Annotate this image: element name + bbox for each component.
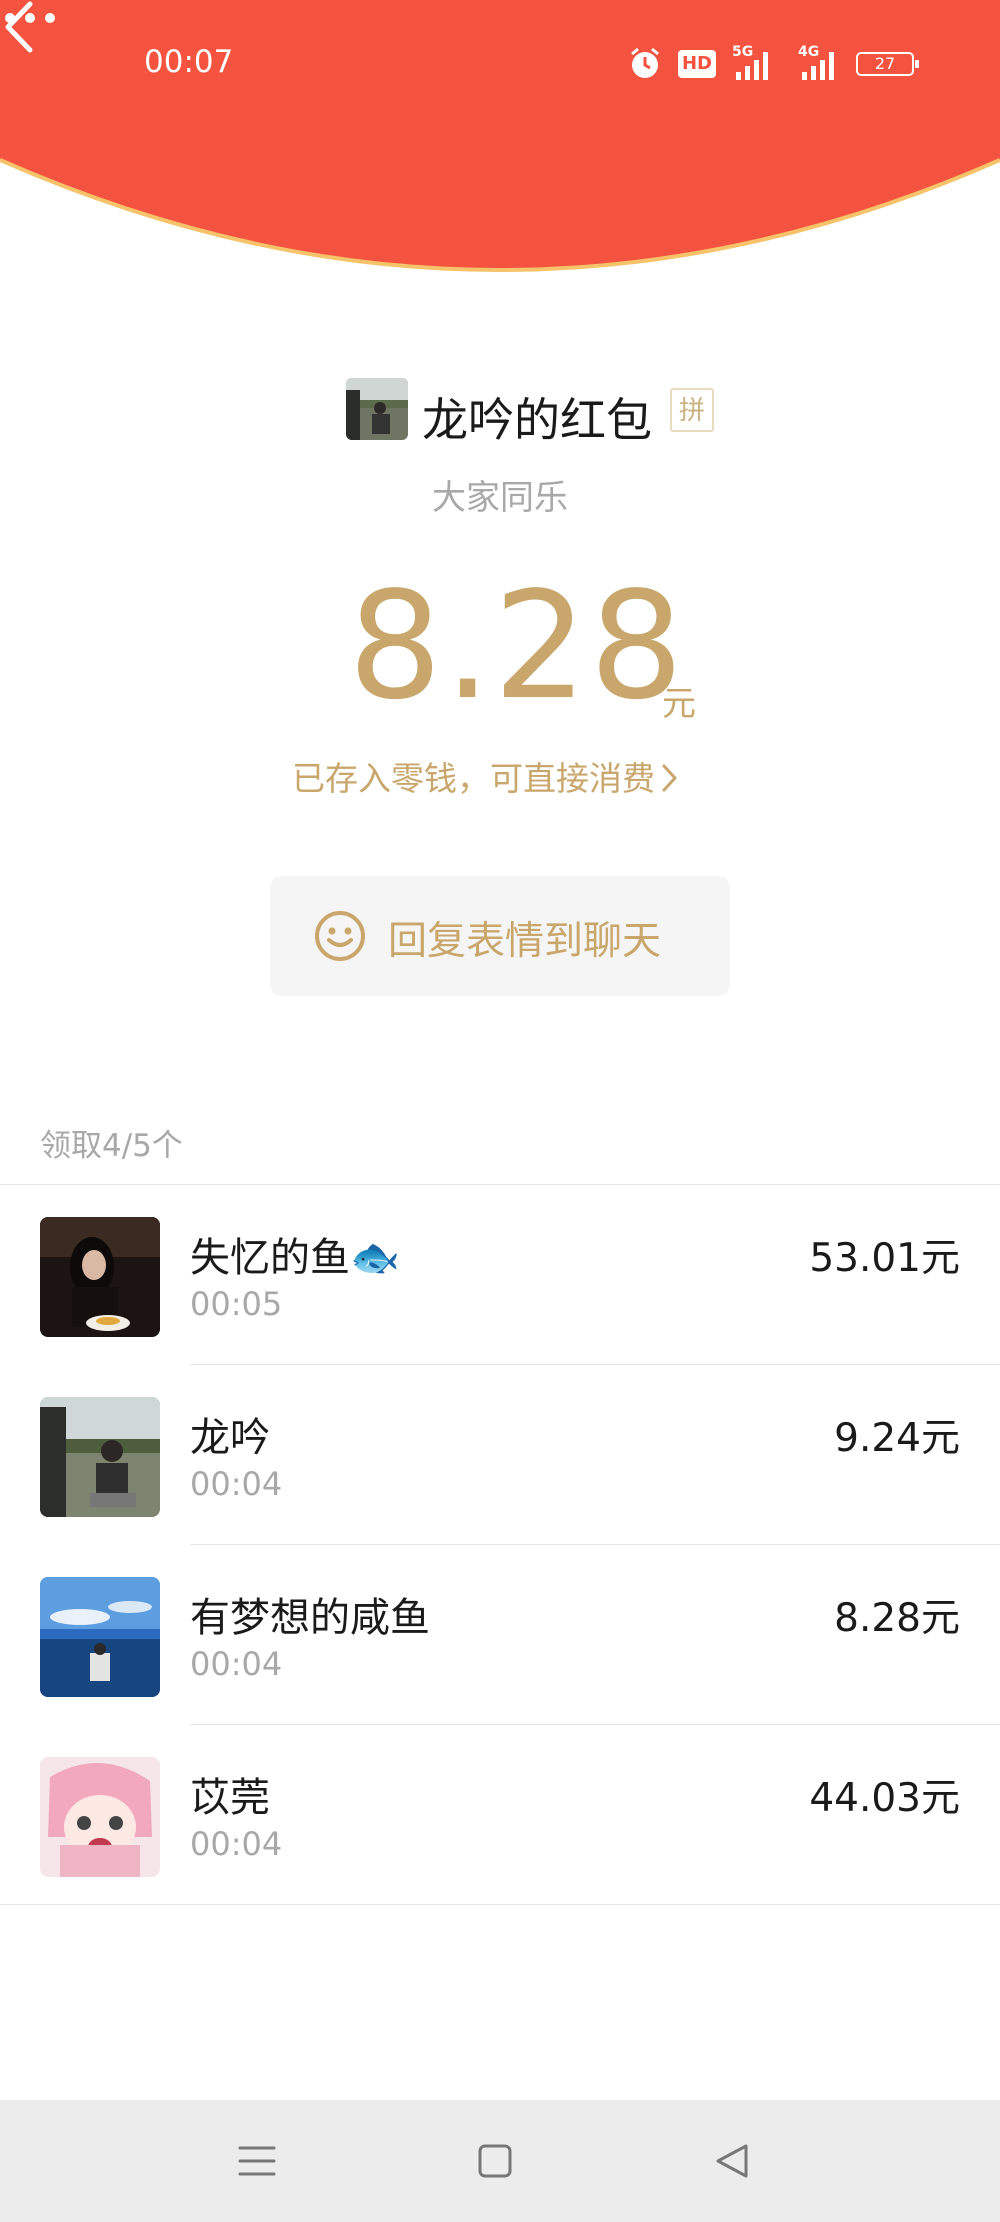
reply-sticker-label: 回复表情到聊天 [388, 919, 662, 964]
receive-time: 00:05 [190, 1285, 283, 1323]
receive-amount: 8.28元 [834, 1596, 960, 1641]
avatar[interactable] [40, 1397, 160, 1517]
5g-signal-icon: 5G [732, 44, 776, 82]
battery-icon: 27 [856, 52, 919, 76]
receive-time: 00:04 [190, 1645, 283, 1683]
avatar[interactable] [40, 1217, 160, 1337]
deposit-link[interactable]: 已存入零钱，可直接消费 [292, 752, 681, 800]
more-button[interactable] [0, 0, 60, 36]
hd-label: HD [681, 53, 712, 74]
menu-icon[interactable] [232, 2136, 282, 2186]
receiver-name: 苡莞 [190, 1775, 270, 1821]
greeting-text: 大家同乐 [432, 478, 568, 518]
avatar[interactable] [40, 1757, 160, 1877]
sender-avatar[interactable] [346, 378, 408, 440]
receiver-name: 龙吟 [190, 1415, 270, 1461]
chevron-right-icon [662, 764, 677, 792]
hd-icon: HD [678, 50, 716, 78]
receive-amount: 9.24元 [834, 1416, 960, 1461]
list-item[interactable]: 失忆的鱼🐟 00:05 53.01元 [0, 1185, 1000, 1365]
4g-signal-icon: 4G [798, 44, 842, 82]
receive-amount: 44.03元 [809, 1776, 960, 1821]
sender-name: 龙吟的红包 [422, 393, 652, 447]
back-triangle-icon[interactable] [708, 2136, 758, 2186]
received-summary: 领取4/5个 [40, 1128, 183, 1164]
reply-sticker-button[interactable]: 回复表情到聊天 [270, 876, 730, 996]
receive-time: 00:04 [190, 1465, 283, 1503]
receiver-name: 有梦想的咸鱼 [190, 1595, 430, 1641]
system-nav-bar [0, 2100, 1000, 2222]
amount-unit: 元 [662, 684, 696, 724]
smile-icon [315, 911, 365, 961]
alarm-icon [631, 47, 659, 78]
list-item[interactable]: 苡莞 00:04 44.03元 [0, 1725, 1000, 1905]
deposit-note-text: 已存入零钱，可直接消费 [292, 759, 655, 798]
list-item[interactable]: 龙吟 00:04 9.24元 [0, 1365, 1000, 1545]
header: 00:07 HD 5G 4G 27 [0, 0, 1000, 300]
receive-time: 00:04 [190, 1825, 283, 1863]
received-amount: 8.28 [348, 560, 686, 732]
receive-amount: 53.01元 [809, 1236, 960, 1281]
list-item[interactable]: 有梦想的咸鱼 00:04 8.28元 [0, 1545, 1000, 1725]
row-divider [0, 1904, 1000, 1905]
home-square-icon[interactable] [470, 2136, 520, 2186]
status-time: 00:07 [144, 44, 234, 80]
more-dots-icon [5, 13, 55, 23]
type-badge: 拼 [670, 388, 714, 432]
battery-level: 27 [874, 54, 896, 73]
avatar[interactable] [40, 1577, 160, 1697]
receiver-name: 失忆的鱼🐟 [190, 1235, 400, 1281]
